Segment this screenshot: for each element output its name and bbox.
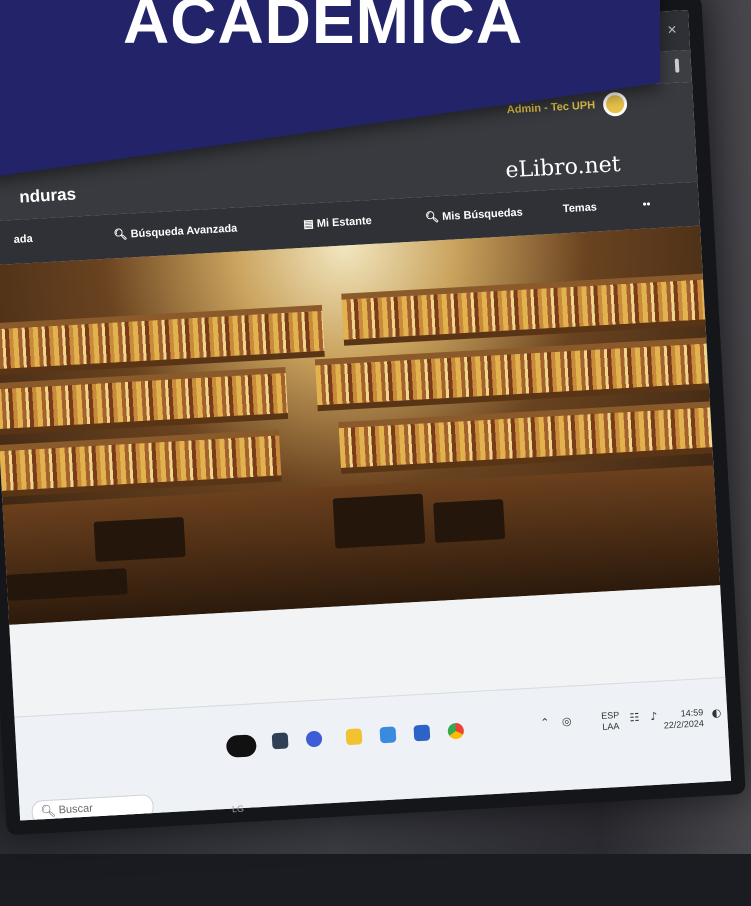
chrome-icon[interactable] — [447, 722, 465, 740]
keyboard-layout: LAA — [602, 720, 620, 732]
reading-desk — [332, 493, 426, 549]
widget-icon[interactable]: ◎ — [562, 715, 572, 729]
search-icon: 🔍︎ — [424, 211, 443, 224]
volume-icon[interactable]: ♪ — [650, 710, 658, 723]
folder-icon[interactable] — [345, 728, 363, 746]
bookshelf — [0, 429, 282, 498]
nav-item-topics[interactable]: Temas — [563, 201, 598, 215]
photos-icon[interactable] — [379, 726, 397, 744]
nav-item-more[interactable]: •• — [642, 198, 650, 210]
close-icon[interactable]: ✕ — [667, 23, 678, 38]
copilot-icon[interactable] — [225, 734, 257, 758]
nav-item-my-searches[interactable]: 🔍︎ Mis Búsquedas — [425, 206, 523, 224]
language-indicator[interactable]: ESP LAA — [601, 710, 620, 733]
banner-title: ACADÉMICA — [123, 0, 524, 57]
hero-library-image — [0, 225, 721, 625]
bookshelf — [341, 273, 706, 346]
chat-icon[interactable] — [305, 730, 323, 748]
avatar[interactable] — [602, 91, 628, 117]
monitor-brand-logo: LG — [231, 803, 245, 815]
nav-label: Búsqueda Avanzada — [130, 222, 238, 241]
store-icon[interactable] — [413, 724, 431, 742]
bookshelf — [314, 337, 710, 412]
institution-name: nduras — [18, 184, 77, 207]
bookshelf — [0, 367, 289, 436]
reading-desk — [433, 499, 506, 543]
reading-desk — [93, 516, 186, 562]
language-code: ESP — [600, 709, 620, 721]
elibro-logo[interactable]: eLibro.net — [505, 152, 621, 183]
search-icon: 🔍︎ — [40, 803, 57, 819]
chevron-up-icon[interactable]: ⌃ — [540, 716, 550, 729]
notification-icon[interactable]: ◐ — [711, 706, 721, 720]
taskbar-search-placeholder: Buscar — [58, 802, 94, 817]
nav-item-simple-search[interactable]: ada — [13, 233, 33, 246]
clock-time: 14:59 — [680, 707, 704, 719]
file-icon[interactable] — [271, 732, 289, 750]
clock-date: 22/2/2024 — [663, 718, 705, 731]
nav-item-advanced-search[interactable]: 🔍︎ Búsqueda Avanzada — [113, 221, 237, 241]
nav-label: Mis Búsquedas — [441, 206, 524, 224]
bookshelf — [0, 304, 325, 376]
search-icon: 🔍︎ — [113, 228, 131, 242]
bookshelf — [338, 401, 713, 475]
wifi-icon[interactable]: ☷ — [629, 711, 640, 725]
nav-label: Mi Estante — [316, 214, 373, 231]
shelf-icon: ▤ — [303, 218, 318, 231]
nav-item-my-shelf[interactable]: ▤ Mi Estante — [303, 214, 372, 231]
more-menu-icon[interactable] — [674, 58, 680, 73]
clock[interactable]: 14:59 22/2/2024 — [663, 707, 705, 731]
